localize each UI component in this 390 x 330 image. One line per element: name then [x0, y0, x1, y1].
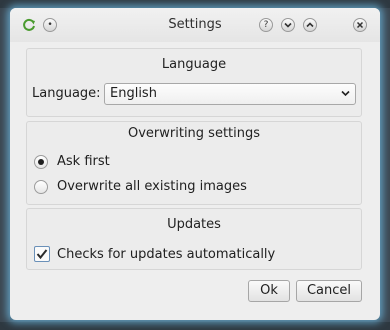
cancel-button[interactable]: Cancel	[296, 280, 362, 302]
overwrite-all-radio[interactable]	[34, 180, 48, 194]
radio-selected-dot	[38, 159, 44, 165]
auto-update-checkbox[interactable]	[34, 246, 50, 262]
language-dropdown-value: English	[110, 86, 157, 101]
overwrite-all-label[interactable]: Overwrite all existing images	[57, 179, 247, 194]
ask-first-label[interactable]: Ask first	[57, 154, 110, 169]
updates-group-title: Updates	[167, 217, 221, 232]
checkmark-icon	[36, 249, 48, 260]
window-title: Settings	[168, 17, 222, 32]
chevron-up-icon[interactable]	[303, 18, 317, 32]
language-dropdown[interactable]: English	[104, 83, 356, 105]
ok-button[interactable]: Ok	[248, 280, 290, 302]
ask-first-radio[interactable]	[34, 155, 48, 169]
question-icon[interactable]: ?	[259, 18, 273, 32]
chevron-down-icon[interactable]	[281, 18, 295, 32]
desktop-background-bottom	[0, 322, 390, 330]
close-icon[interactable]	[353, 18, 367, 32]
overwriting-group-title: Overwriting settings	[127, 126, 261, 141]
language-label: Language:	[32, 86, 101, 101]
titlebar[interactable]: • Settings ?	[10, 8, 380, 42]
chevron-down-icon	[341, 90, 350, 97]
auto-update-label[interactable]: Checks for updates automatically	[57, 247, 275, 262]
language-group-title: Language	[161, 57, 227, 72]
settings-dialog: • Settings ? Language Language: English …	[10, 8, 380, 320]
desktop-background-top	[0, 0, 390, 8]
